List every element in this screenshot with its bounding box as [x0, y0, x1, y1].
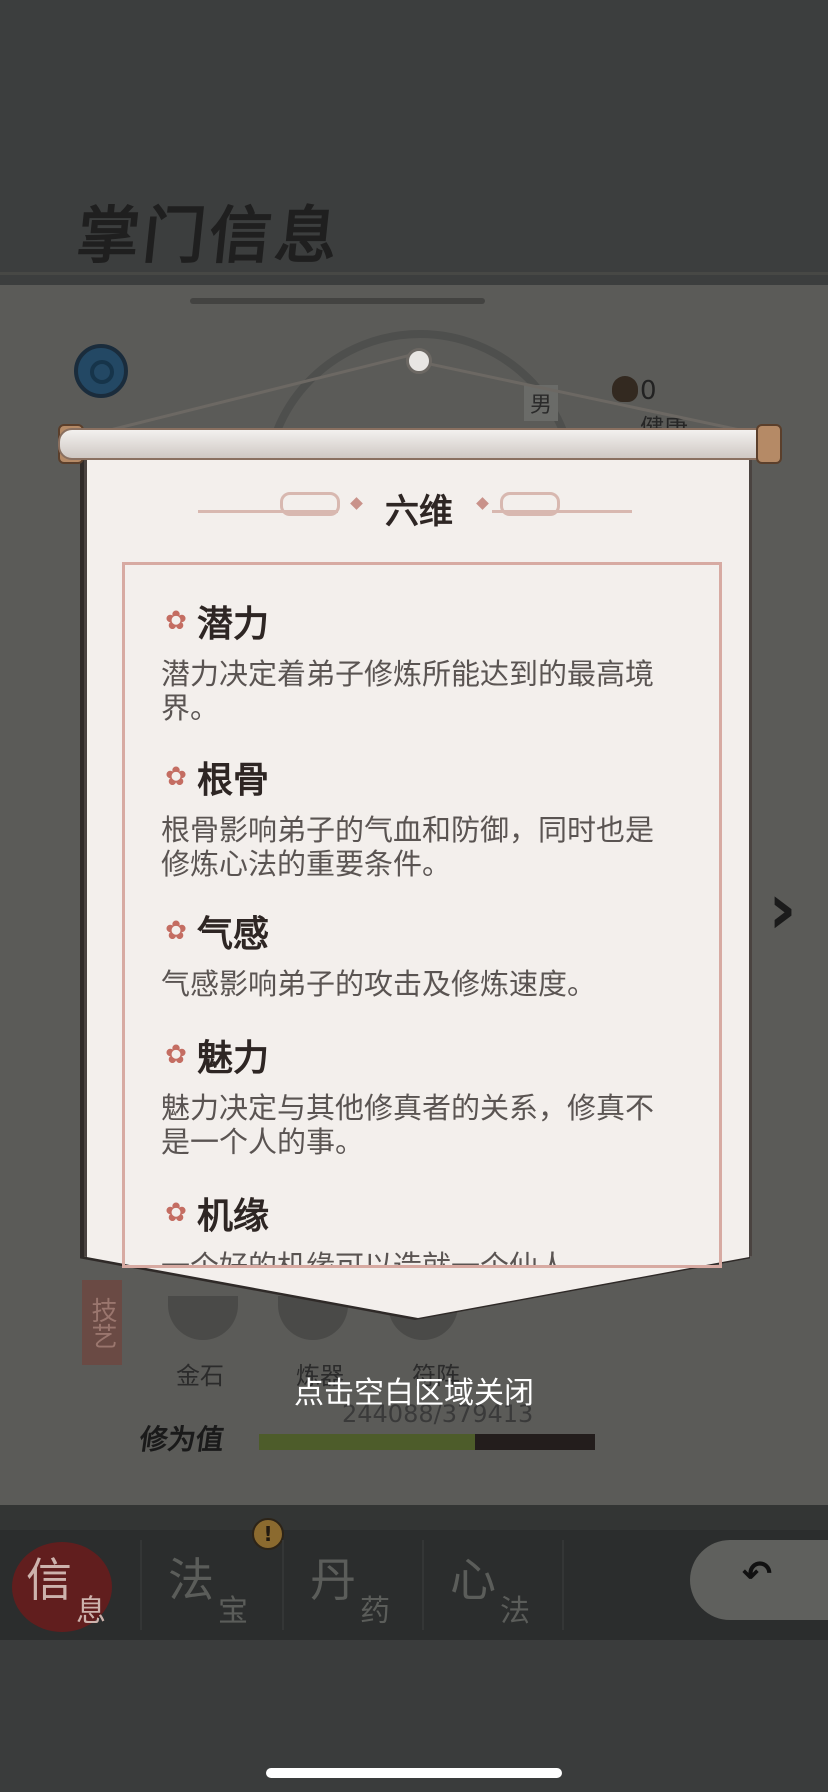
flower-icon: ✿ [165, 1040, 187, 1070]
tab-mind-method[interactable]: 心 法 [424, 1530, 562, 1638]
cultivation-progress-fill [259, 1434, 476, 1450]
entry-desc: 潜力决定着弟子修炼所能达到的最高境界。 [161, 657, 655, 725]
alert-badge: ! [252, 1518, 284, 1550]
tab-small-char: 药 [360, 1594, 390, 1629]
scroll-rod [58, 428, 780, 460]
swirl-icon[interactable] [74, 344, 128, 398]
entry-desc: 气感影响弟子的攻击及修炼速度。 [161, 967, 597, 1001]
tab-big-char: 法 [168, 1553, 214, 1607]
flower-icon: ✿ [165, 916, 187, 946]
rod-end-right [756, 424, 782, 464]
next-arrow-icon[interactable]: › [768, 868, 797, 950]
entry-desc: 一个好的机缘可以造就一个仙人。 [161, 1249, 597, 1268]
tab-small-char: 息 [76, 1594, 106, 1629]
back-button[interactable]: ↶ [690, 1540, 828, 1620]
entry-title: 机缘 [197, 1196, 270, 1237]
cultivation-label: 修为值 [137, 1423, 227, 1456]
home-indicator[interactable] [266, 1768, 562, 1778]
page-title: 掌门信息 [73, 199, 346, 272]
tab-small-char: 宝 [218, 1594, 248, 1629]
entry-desc: 根骨影响弟子的气血和防御，同时也是修炼心法的重要条件。 [161, 813, 655, 881]
entry-title: 根骨 [197, 760, 270, 801]
title-underline [190, 298, 485, 304]
entry-title: 气感 [197, 914, 270, 955]
list-item: ✿ 气感 气感影响弟子的攻击及修炼速度。 [161, 905, 681, 1001]
flower-icon: ✿ [165, 762, 187, 792]
back-icon: ↶ [742, 1554, 773, 1595]
cloud-curl-icon [280, 492, 340, 516]
tab-pills[interactable]: 丹 药 [284, 1530, 422, 1638]
hang-knob [406, 348, 432, 374]
tab-info[interactable]: 信 息 [0, 1530, 138, 1638]
flower-icon: ✿ [165, 606, 187, 636]
tab-small-char: 法 [500, 1594, 530, 1629]
attribute-list[interactable]: ✿ 潜力 潜力决定着弟子修炼所能达到的最高境界。 ✿ 根骨 根骨影响弟子的气血和… [122, 562, 722, 1268]
skill-tab[interactable]: 技艺 [82, 1280, 122, 1365]
list-item: ✿ 机缘 一个好的机缘可以造就一个仙人。 [161, 1187, 681, 1268]
currency-count: 0 [640, 376, 657, 406]
list-item: ✿ 根骨 根骨影响弟子的气血和防御，同时也是修炼心法的重要条件。 [161, 751, 681, 881]
mushroom-icon [612, 376, 638, 402]
list-item: ✿ 潜力 潜力决定着弟子修炼所能达到的最高境界。 [161, 595, 681, 725]
entry-title: 潜力 [197, 604, 270, 645]
nav-divider [562, 1540, 564, 1630]
tab-big-char: 丹 [310, 1553, 356, 1607]
modal-title: 六维 [385, 492, 453, 532]
close-hint[interactable]: 点击空白区域关闭 [240, 1368, 588, 1412]
cultivation-progress-bar [259, 1434, 595, 1450]
list-item: ✿ 魅力 魅力决定与其他修真者的关系，修真不是一个人的事。 [161, 1029, 681, 1159]
tab-big-char: 心 [450, 1553, 496, 1607]
tab-big-char: 信 [26, 1553, 72, 1607]
entry-desc: 魅力决定与其他修真者的关系，修真不是一个人的事。 [161, 1091, 655, 1159]
item-label: 金石 [176, 1362, 224, 1390]
flower-icon: ✿ [165, 1198, 187, 1228]
entry-title: 魅力 [197, 1038, 270, 1079]
header-ornament [492, 510, 632, 513]
